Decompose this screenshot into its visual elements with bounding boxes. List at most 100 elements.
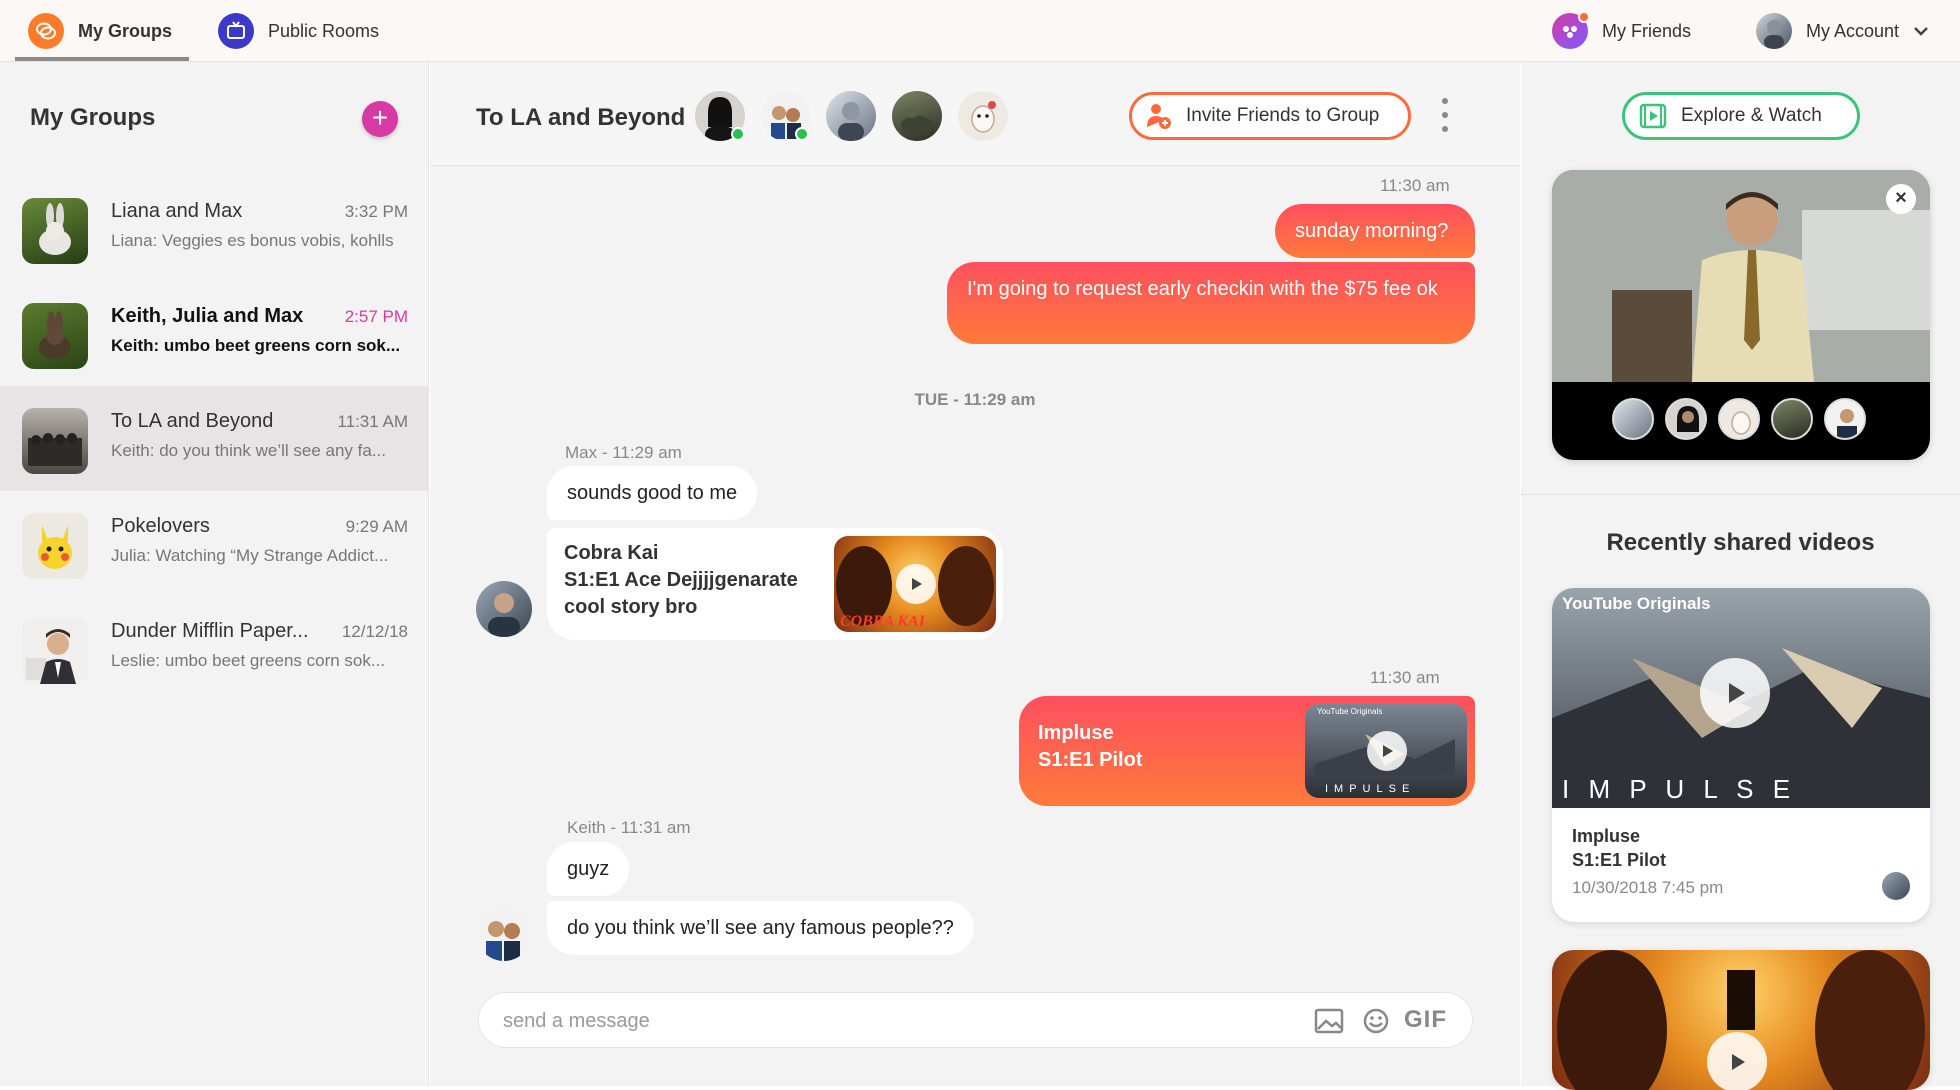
recent-video-card[interactable] <box>1552 950 1930 1090</box>
my-account-menu[interactable]: My Account <box>1756 0 1929 62</box>
message-timestamp: 11:30 am <box>1370 668 1440 687</box>
impulse-logo-text: I M P U L S E <box>1562 774 1797 804</box>
group-thumbnail <box>22 408 88 474</box>
sharer-avatar[interactable] <box>1882 872 1910 900</box>
group-preview: Keith: do you think we’ll see any fa... <box>111 441 386 460</box>
shared-video-card[interactable]: Cobra Kai S1:E1 Ace Dejjjjgenarate cool … <box>547 528 1003 640</box>
member-avatar[interactable] <box>892 91 942 141</box>
group-name: Keith, Julia and Max <box>111 305 304 327</box>
group-thumbnail <box>22 513 88 579</box>
notification-dot <box>1578 11 1590 23</box>
more-options-icon[interactable] <box>1442 98 1448 132</box>
video-player[interactable]: × <box>1552 170 1930 460</box>
viewer-avatar[interactable] <box>1718 398 1760 440</box>
watch-panel: Explore & Watch × Recently shared videos… <box>1521 62 1960 1090</box>
viewer-avatar[interactable] <box>1665 398 1707 440</box>
friends-icon <box>1552 11 1590 49</box>
viewer-avatar[interactable] <box>1771 398 1813 440</box>
video-thumbnail[interactable]: COBRA KAI <box>834 536 996 632</box>
group-preview: Liana: Veggies es bonus vobis, kohlls <box>111 231 394 250</box>
recent-video-title: Impluse <box>1572 826 1641 846</box>
group-item[interactable]: Liana and Max 3:32 PM Liana: Veggies es … <box>0 176 428 281</box>
add-group-button[interactable]: + <box>362 101 398 137</box>
member-avatar[interactable] <box>826 91 876 141</box>
video-card-title: Cobra Kai S1:E1 Ace Dejjjjgenarate cool … <box>564 540 798 621</box>
chat-header: To LA and Beyond Invite Friends to Group <box>430 62 1520 166</box>
invite-friends-button[interactable]: Invite Friends to Group <box>1129 92 1411 140</box>
youtube-originals-label: YouTube Originals <box>1317 707 1382 716</box>
group-item[interactable]: Dunder Mifflin Paper... 12/12/18 Leslie:… <box>0 596 428 701</box>
group-thumbnail <box>22 198 88 264</box>
message-timestamp: 11:30 am <box>1380 176 1450 195</box>
impulse-logo-text: IMPULSE <box>1325 783 1415 795</box>
recent-video-episode: S1:E1 Pilot <box>1572 850 1667 870</box>
recent-video-title-block: Impluse S1:E1 Pilot <box>1572 824 1666 872</box>
group-item-selected[interactable]: To LA and Beyond 11:31 AM Keith: do you … <box>0 386 428 491</box>
image-icon[interactable] <box>1314 1007 1344 1035</box>
play-icon[interactable] <box>1707 1032 1767 1090</box>
recent-videos-title: Recently shared videos <box>1606 529 1875 556</box>
viewer-avatar[interactable] <box>1824 398 1866 440</box>
sender-avatar[interactable] <box>476 905 532 961</box>
day-separator: TUE - 11:29 am <box>914 390 1036 409</box>
online-indicator <box>795 127 809 141</box>
gif-button[interactable]: GIF <box>1404 1006 1447 1034</box>
sent-video-card[interactable]: Impluse S1:E1 Pilot YouTube Originals IMP… <box>1019 696 1475 806</box>
my-friends-label: My Friends <box>1602 20 1692 41</box>
recent-video-thumbnail[interactable] <box>1552 950 1930 1090</box>
received-message: guyz <box>547 842 630 896</box>
group-item[interactable]: Pokelovers 9:29 AM Julia: Watching “My S… <box>0 491 428 596</box>
play-icon[interactable] <box>896 564 936 604</box>
message-composer: GIF <box>478 992 1473 1048</box>
recent-video-card[interactable]: YouTube Originals I M P U L S E Impluse … <box>1552 588 1930 922</box>
panel-divider <box>1521 494 1960 495</box>
group-preview: Julia: Watching “My Strange Addict... <box>111 546 389 565</box>
member-avatar[interactable] <box>958 91 1008 141</box>
chat-panel: To LA and Beyond Invite Friends to Group… <box>430 62 1520 1086</box>
online-indicator <box>731 127 745 141</box>
my-friends-button[interactable]: My Friends <box>1552 0 1691 62</box>
recent-video-thumbnail[interactable]: YouTube Originals I M P U L S E <box>1552 588 1930 808</box>
video-episode: S1:E1 Pilot <box>1038 749 1143 771</box>
explore-watch-label: Explore & Watch <box>1681 105 1822 126</box>
group-thumbnail <box>22 618 88 684</box>
youtube-originals-label: YouTube Originals <box>1562 594 1711 613</box>
top-nav-bar: My Groups Public Rooms My Friends My Acc… <box>0 0 1960 62</box>
group-name: To LA and Beyond <box>111 410 274 432</box>
tab-public-rooms-label: Public Rooms <box>268 20 380 41</box>
emoji-icon[interactable] <box>1362 1007 1390 1035</box>
group-name: Liana and Max <box>111 200 243 222</box>
video-icon <box>1639 103 1667 129</box>
group-time: 3:32 PM <box>344 202 408 221</box>
explore-watch-button[interactable]: Explore & Watch <box>1622 92 1860 140</box>
group-preview: Leslie: umbo beet greens corn sok... <box>111 651 386 670</box>
group-time: 12/12/18 <box>341 622 408 641</box>
received-message: do you think we’ll see any famous people… <box>547 901 974 955</box>
chevron-down-icon <box>1914 27 1928 36</box>
group-time: 2:57 PM <box>344 307 408 326</box>
group-name: Pokelovers <box>111 515 210 537</box>
video-comment: cool story bro <box>564 596 698 618</box>
video-thumbnail[interactable]: YouTube Originals IMPULSE <box>1305 704 1467 798</box>
player-frame <box>1552 170 1930 382</box>
play-icon[interactable] <box>1367 731 1407 771</box>
play-icon[interactable] <box>1700 658 1770 728</box>
group-preview: Keith: umbo beet greens corn sok... <box>111 336 401 355</box>
group-time: 9:29 AM <box>345 517 408 536</box>
account-avatar <box>1756 13 1792 49</box>
sender-avatar[interactable] <box>476 581 532 637</box>
tab-my-groups[interactable]: My Groups <box>28 0 172 62</box>
message-input[interactable] <box>503 1005 1283 1037</box>
sent-message: I'm going to request early checkin with … <box>947 262 1475 344</box>
sender-header: Max - 11:29 am <box>565 443 682 462</box>
my-account-label: My Account <box>1806 20 1900 41</box>
video-card-title: Impluse S1:E1 Pilot <box>1038 720 1142 774</box>
invite-friends-label: Invite Friends to Group <box>1186 105 1380 126</box>
active-tab-indicator <box>15 57 189 61</box>
tab-public-rooms[interactable]: Public Rooms <box>218 0 379 62</box>
viewer-avatar[interactable] <box>1612 398 1654 440</box>
close-player-button[interactable]: × <box>1886 184 1916 214</box>
tab-my-groups-label: My Groups <box>78 20 173 41</box>
recent-video-date: 10/30/2018 7:45 pm <box>1572 878 1724 897</box>
group-item[interactable]: Keith, Julia and Max 2:57 PM Keith: umbo… <box>0 281 428 386</box>
